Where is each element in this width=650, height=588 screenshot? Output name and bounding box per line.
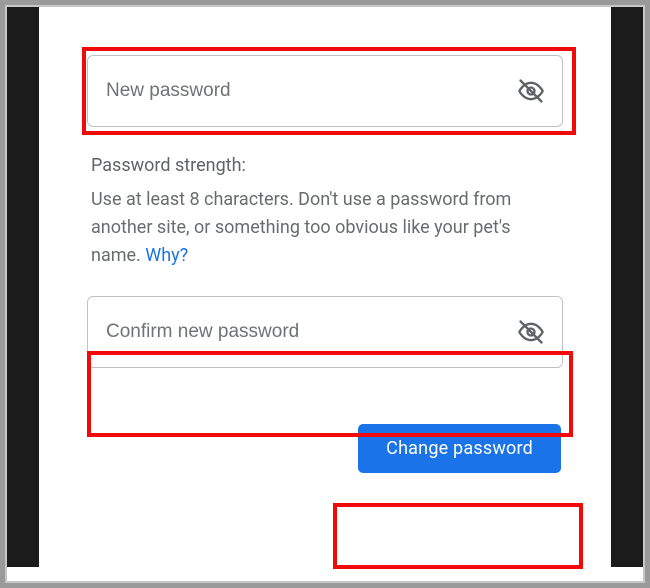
- decorative-right-strip: [611, 7, 643, 567]
- password-strength-title: Password strength:: [91, 155, 563, 176]
- password-change-form: Password strength: Use at least 8 charac…: [39, 7, 611, 581]
- new-password-row: [87, 55, 563, 127]
- visibility-off-icon: [517, 318, 545, 346]
- action-row: Change password: [87, 424, 563, 473]
- visibility-off-icon: [517, 77, 545, 105]
- toggle-confirm-password-visibility[interactable]: [515, 316, 547, 348]
- toggle-new-password-visibility[interactable]: [515, 75, 547, 107]
- confirm-password-row: [87, 296, 563, 368]
- password-strength-description: Use at least 8 characters. Don't use a p…: [91, 186, 563, 270]
- password-strength-block: Password strength: Use at least 8 charac…: [91, 155, 563, 270]
- new-password-input[interactable]: [87, 55, 563, 127]
- decorative-left-strip: [7, 7, 39, 567]
- why-link[interactable]: Why?: [145, 245, 188, 266]
- change-password-button[interactable]: Change password: [358, 424, 561, 473]
- confirm-password-input[interactable]: [87, 296, 563, 368]
- screenshot-frame: Password strength: Use at least 8 charac…: [5, 5, 645, 583]
